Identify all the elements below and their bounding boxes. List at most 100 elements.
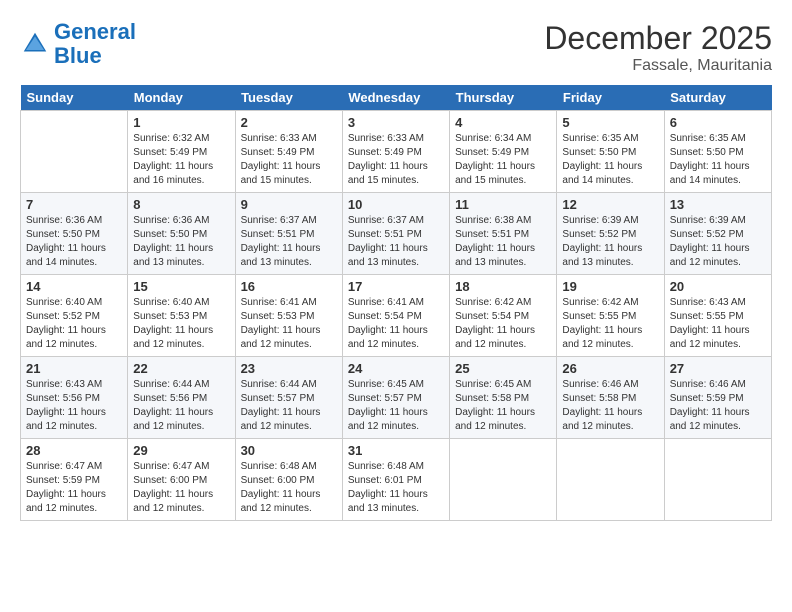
day-cell: 24Sunrise: 6:45 AM Sunset: 5:57 PM Dayli… — [342, 357, 449, 439]
day-number: 11 — [455, 197, 551, 212]
day-cell: 7 Sunrise: 6:36 AM Sunset: 5:50 PM Daylig… — [21, 193, 128, 275]
day-number: 3 — [348, 115, 444, 130]
header-cell-monday: Monday — [128, 85, 235, 111]
day-cell: 22Sunrise: 6:44 AM Sunset: 5:56 PM Dayli… — [128, 357, 235, 439]
day-info: Sunrise: 6:34 AM Sunset: 5:49 PM Dayligh… — [455, 132, 551, 188]
day-number: 26 — [562, 361, 658, 376]
day-number: 23 — [241, 361, 337, 376]
day-cell: 15 Sunrise: 6:40 AM Sunset: 5:53 PM Dayli… — [128, 275, 235, 357]
header-cell-tuesday: Tuesday — [235, 85, 342, 111]
day-info: Sunrise: 6:48 AM Sunset: 6:00 PM Dayligh… — [241, 460, 337, 516]
day-info: Sunrise: 6:32 AM Sunset: 5:49 PM Dayligh… — [133, 132, 229, 188]
day-cell: 8 Sunrise: 6:36 AM Sunset: 5:50 PM Daylig… — [128, 193, 235, 275]
header-cell-friday: Friday — [557, 85, 664, 111]
day-cell: 31 Sunrise: 6:48 AM Sunset: 6:01 PM Dayli… — [342, 439, 449, 521]
header-row: SundayMondayTuesdayWednesdayThursdayFrid… — [21, 85, 772, 111]
week-row-4: 21Sunrise: 6:43 AM Sunset: 5:56 PM Dayli… — [21, 357, 772, 439]
day-info: Sunrise: 6:37 AM Sunset: 5:51 PM Dayligh… — [348, 214, 444, 270]
day-cell: 23 Sunrise: 6:44 AM Sunset: 5:57 PM Dayli… — [235, 357, 342, 439]
week-row-1: 1 Sunrise: 6:32 AM Sunset: 5:49 PM Daylig… — [21, 111, 772, 193]
day-number: 5 — [562, 115, 658, 130]
day-cell: 9Sunrise: 6:37 AM Sunset: 5:51 PM Daylig… — [235, 193, 342, 275]
day-number: 29 — [133, 443, 229, 458]
day-number: 8 — [133, 197, 229, 212]
day-info: Sunrise: 6:35 AM Sunset: 5:50 PM Dayligh… — [562, 132, 658, 188]
day-info: Sunrise: 6:33 AM Sunset: 5:49 PM Dayligh… — [348, 132, 444, 188]
day-info: Sunrise: 6:43 AM Sunset: 5:55 PM Dayligh… — [670, 296, 766, 352]
day-number: 12 — [562, 197, 658, 212]
day-number: 13 — [670, 197, 766, 212]
day-cell: 21Sunrise: 6:43 AM Sunset: 5:56 PM Dayli… — [21, 357, 128, 439]
day-info: Sunrise: 6:47 AM Sunset: 5:59 PM Dayligh… — [26, 460, 122, 516]
day-info: Sunrise: 6:33 AM Sunset: 5:49 PM Dayligh… — [241, 132, 337, 188]
title-block: December 2025 Fassale, Mauritania — [544, 20, 772, 75]
day-info: Sunrise: 6:40 AM Sunset: 5:52 PM Dayligh… — [26, 296, 122, 352]
day-info: Sunrise: 6:38 AM Sunset: 5:51 PM Dayligh… — [455, 214, 551, 270]
day-number: 24 — [348, 361, 444, 376]
day-cell: 12 Sunrise: 6:39 AM Sunset: 5:52 PM Dayli… — [557, 193, 664, 275]
day-info: Sunrise: 6:40 AM Sunset: 5:53 PM Dayligh… — [133, 296, 229, 352]
day-number: 19 — [562, 279, 658, 294]
day-info: Sunrise: 6:46 AM Sunset: 5:58 PM Dayligh… — [562, 378, 658, 434]
day-cell — [557, 439, 664, 521]
day-info: Sunrise: 6:45 AM Sunset: 5:58 PM Dayligh… — [455, 378, 551, 434]
day-info: Sunrise: 6:47 AM Sunset: 6:00 PM Dayligh… — [133, 460, 229, 516]
day-number: 7 — [26, 197, 122, 212]
day-info: Sunrise: 6:48 AM Sunset: 6:01 PM Dayligh… — [348, 460, 444, 516]
day-cell: 29 Sunrise: 6:47 AM Sunset: 6:00 PM Dayli… — [128, 439, 235, 521]
day-info: Sunrise: 6:36 AM Sunset: 5:50 PM Dayligh… — [26, 214, 122, 270]
week-row-5: 28 Sunrise: 6:47 AM Sunset: 5:59 PM Dayli… — [21, 439, 772, 521]
day-number: 18 — [455, 279, 551, 294]
day-number: 6 — [670, 115, 766, 130]
logo-text: General Blue — [54, 20, 136, 68]
day-number: 15 — [133, 279, 229, 294]
day-cell — [21, 111, 128, 193]
day-info: Sunrise: 6:46 AM Sunset: 5:59 PM Dayligh… — [670, 378, 766, 434]
day-number: 4 — [455, 115, 551, 130]
day-number: 9 — [241, 197, 337, 212]
day-info: Sunrise: 6:44 AM Sunset: 5:56 PM Dayligh… — [133, 378, 229, 434]
day-cell: 25Sunrise: 6:45 AM Sunset: 5:58 PM Dayli… — [450, 357, 557, 439]
day-cell: 14 Sunrise: 6:40 AM Sunset: 5:52 PM Dayli… — [21, 275, 128, 357]
day-number: 27 — [670, 361, 766, 376]
header-cell-thursday: Thursday — [450, 85, 557, 111]
day-number: 1 — [133, 115, 229, 130]
day-cell: 27 Sunrise: 6:46 AM Sunset: 5:59 PM Dayli… — [664, 357, 771, 439]
day-cell: 5 Sunrise: 6:35 AM Sunset: 5:50 PM Daylig… — [557, 111, 664, 193]
week-row-2: 7 Sunrise: 6:36 AM Sunset: 5:50 PM Daylig… — [21, 193, 772, 275]
day-cell: 30 Sunrise: 6:48 AM Sunset: 6:00 PM Dayli… — [235, 439, 342, 521]
day-info: Sunrise: 6:41 AM Sunset: 5:53 PM Dayligh… — [241, 296, 337, 352]
day-cell: 18 Sunrise: 6:42 AM Sunset: 5:54 PM Dayli… — [450, 275, 557, 357]
day-info: Sunrise: 6:42 AM Sunset: 5:55 PM Dayligh… — [562, 296, 658, 352]
location: Fassale, Mauritania — [544, 57, 772, 75]
day-cell — [450, 439, 557, 521]
day-info: Sunrise: 6:44 AM Sunset: 5:57 PM Dayligh… — [241, 378, 337, 434]
day-cell: 13 Sunrise: 6:39 AM Sunset: 5:52 PM Dayli… — [664, 193, 771, 275]
day-info: Sunrise: 6:42 AM Sunset: 5:54 PM Dayligh… — [455, 296, 551, 352]
day-number: 20 — [670, 279, 766, 294]
day-cell — [664, 439, 771, 521]
day-info: Sunrise: 6:36 AM Sunset: 5:50 PM Dayligh… — [133, 214, 229, 270]
day-number: 21 — [26, 361, 122, 376]
day-number: 30 — [241, 443, 337, 458]
calendar-table: SundayMondayTuesdayWednesdayThursdayFrid… — [20, 85, 772, 521]
day-number: 28 — [26, 443, 122, 458]
week-row-3: 14 Sunrise: 6:40 AM Sunset: 5:52 PM Dayli… — [21, 275, 772, 357]
logo: General Blue — [20, 20, 136, 68]
day-number: 16 — [241, 279, 337, 294]
day-cell: 16 Sunrise: 6:41 AM Sunset: 5:53 PM Dayli… — [235, 275, 342, 357]
page-header: General Blue December 2025 Fassale, Maur… — [20, 20, 772, 75]
day-cell: 26 Sunrise: 6:46 AM Sunset: 5:58 PM Dayli… — [557, 357, 664, 439]
logo-icon — [20, 29, 50, 59]
day-info: Sunrise: 6:39 AM Sunset: 5:52 PM Dayligh… — [670, 214, 766, 270]
day-number: 14 — [26, 279, 122, 294]
day-info: Sunrise: 6:39 AM Sunset: 5:52 PM Dayligh… — [562, 214, 658, 270]
day-cell: 28 Sunrise: 6:47 AM Sunset: 5:59 PM Dayli… — [21, 439, 128, 521]
day-cell: 1 Sunrise: 6:32 AM Sunset: 5:49 PM Daylig… — [128, 111, 235, 193]
day-cell: 2 Sunrise: 6:33 AM Sunset: 5:49 PM Daylig… — [235, 111, 342, 193]
header-cell-wednesday: Wednesday — [342, 85, 449, 111]
day-number: 31 — [348, 443, 444, 458]
day-info: Sunrise: 6:41 AM Sunset: 5:54 PM Dayligh… — [348, 296, 444, 352]
day-number: 2 — [241, 115, 337, 130]
header-cell-sunday: Sunday — [21, 85, 128, 111]
